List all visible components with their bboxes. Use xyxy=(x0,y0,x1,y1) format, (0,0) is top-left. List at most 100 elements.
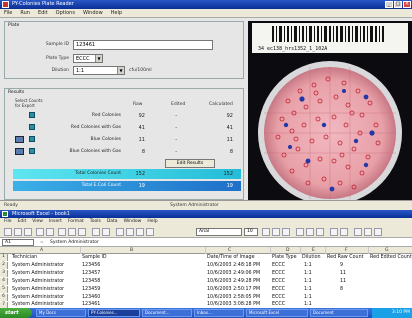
dilution-select[interactable]: 1:1 ▼ xyxy=(73,66,125,75)
open-icon[interactable] xyxy=(14,228,22,236)
bold-icon[interactable] xyxy=(262,228,270,236)
header-cell[interactable]: Sample ID xyxy=(82,255,107,260)
chart-icon[interactable] xyxy=(136,228,144,236)
new-icon[interactable] xyxy=(4,228,12,236)
excel-menu-help[interactable]: Help xyxy=(147,218,157,226)
table-cell[interactable]: 123458 xyxy=(82,279,100,284)
menu-help[interactable]: Help xyxy=(111,9,122,17)
col-g[interactable]: G xyxy=(385,247,389,254)
table-cell[interactable]: 10/6/2003 2:58:05 PM xyxy=(207,295,260,300)
percent-icon[interactable] xyxy=(340,228,348,236)
font-color-icon[interactable] xyxy=(374,228,382,236)
excel-menu-file[interactable]: File xyxy=(4,218,12,226)
underline-icon[interactable] xyxy=(282,228,290,236)
menu-window[interactable]: Window xyxy=(83,9,103,17)
taskbar-item[interactable]: Document... xyxy=(142,309,192,317)
table-cell[interactable]: ECCC xyxy=(272,271,285,276)
export-checkbox[interactable] xyxy=(29,112,35,118)
taskbar-item[interactable]: Document xyxy=(310,309,368,317)
table-cell[interactable]: 123459 xyxy=(82,287,100,292)
font-name-select[interactable]: Arial xyxy=(196,228,242,236)
taskbar-item[interactable]: My Docs xyxy=(36,309,86,317)
header-cell[interactable]: Red Raw Count xyxy=(327,255,364,260)
excel-menu-tools[interactable]: Tools xyxy=(90,218,101,226)
menu-options[interactable]: Options xyxy=(56,9,75,17)
row-number[interactable]: 3 xyxy=(0,270,8,277)
print-icon[interactable] xyxy=(36,228,44,236)
header-cell[interactable]: Red Edited Count xyxy=(370,255,412,260)
table-cell[interactable]: 1:1 xyxy=(304,295,312,300)
table-cell[interactable]: System Administrator xyxy=(12,302,64,307)
table-cell[interactable]: 1:1 xyxy=(304,263,312,268)
taskbar-item[interactable]: Microsoft Excel xyxy=(246,309,308,317)
header-cell[interactable]: Plate Type xyxy=(272,255,297,260)
save-icon[interactable] xyxy=(24,228,32,236)
row-number[interactable]: 4 xyxy=(0,278,8,285)
sort-asc-icon[interactable] xyxy=(126,228,134,236)
formula-input[interactable]: System Administrator xyxy=(50,238,99,247)
header-cell[interactable]: Dilution xyxy=(302,255,321,260)
table-cell[interactable]: 1:1 xyxy=(304,287,312,292)
col-c[interactable]: C xyxy=(228,247,231,254)
align-left-icon[interactable] xyxy=(296,228,304,236)
row-number[interactable]: 2 xyxy=(0,262,8,269)
italic-icon[interactable] xyxy=(272,228,280,236)
table-cell[interactable]: System Administrator xyxy=(12,295,64,300)
table-cell[interactable]: 1:1 xyxy=(304,279,312,284)
table-cell[interactable]: 1:1 xyxy=(304,271,312,276)
table-cell[interactable]: ECCC xyxy=(272,295,285,300)
table-cell[interactable]: 8 xyxy=(340,287,343,292)
table-cell[interactable]: System Administrator xyxy=(12,271,64,276)
row-number[interactable]: 6 xyxy=(0,294,8,301)
maximize-button[interactable]: □ xyxy=(394,1,402,8)
header-cell[interactable]: Technician xyxy=(12,255,37,260)
excel-menu-data[interactable]: Data xyxy=(107,218,118,226)
col-f[interactable]: F xyxy=(345,247,348,254)
col-a[interactable]: A xyxy=(40,247,43,254)
table-cell[interactable]: 9 xyxy=(340,263,343,268)
row-number[interactable]: 1 xyxy=(0,254,8,261)
table-cell[interactable]: ECCC xyxy=(272,263,285,268)
table-cell[interactable]: 123460 xyxy=(82,295,100,300)
menu-edit[interactable]: Edit xyxy=(38,9,48,17)
table-cell[interactable]: ECCC xyxy=(272,279,285,284)
export-checkbox[interactable] xyxy=(29,148,35,154)
edit-results-button[interactable]: Edit Results xyxy=(165,159,215,168)
borders-icon[interactable] xyxy=(354,228,362,236)
table-cell[interactable]: ECCC xyxy=(272,287,285,292)
taskbar-item[interactable]: PY-Colonies... xyxy=(88,309,140,317)
menu-file[interactable]: File xyxy=(4,9,12,17)
excel-menu-insert[interactable]: Insert xyxy=(49,218,62,226)
excel-menu-edit[interactable]: Edit xyxy=(18,218,27,226)
start-button[interactable]: start xyxy=(0,308,32,318)
undo-icon[interactable] xyxy=(92,228,100,236)
row-number[interactable]: 5 xyxy=(0,286,8,293)
name-box[interactable]: A1 xyxy=(2,239,34,246)
col-b[interactable]: B xyxy=(130,247,133,254)
excel-menu-view[interactable]: View xyxy=(32,218,43,226)
redo-icon[interactable] xyxy=(102,228,110,236)
table-cell[interactable]: 10/6/2003 3:08:28 PM xyxy=(207,302,260,307)
menu-run[interactable]: Run xyxy=(20,9,30,17)
col-e[interactable]: E xyxy=(312,247,315,254)
currency-icon[interactable] xyxy=(330,228,338,236)
export-checkbox[interactable] xyxy=(29,124,35,130)
table-cell[interactable]: System Administrator xyxy=(12,287,64,292)
row-selector-icon[interactable] xyxy=(15,148,24,155)
font-size-select[interactable]: 10 xyxy=(244,228,258,236)
table-cell[interactable]: 1:1 xyxy=(304,302,312,307)
table-cell[interactable]: System Administrator xyxy=(12,263,64,268)
header-cell[interactable]: Date/Time of Image xyxy=(207,255,255,260)
copy-icon[interactable] xyxy=(68,228,76,236)
table-cell[interactable]: 10/6/2003 2:49:06 PM xyxy=(207,271,260,276)
close-button[interactable]: × xyxy=(403,1,411,8)
plate-type-select[interactable]: ECCC ▼ xyxy=(73,54,103,63)
align-center-icon[interactable] xyxy=(306,228,314,236)
cut-icon[interactable] xyxy=(58,228,66,236)
table-cell[interactable]: 123456 xyxy=(82,263,100,268)
export-checkbox[interactable] xyxy=(29,136,35,142)
excel-menu-window[interactable]: Window xyxy=(124,218,142,226)
table-cell[interactable]: System Administrator xyxy=(12,279,64,284)
paste-icon[interactable] xyxy=(78,228,86,236)
zoom-icon[interactable] xyxy=(146,228,154,236)
